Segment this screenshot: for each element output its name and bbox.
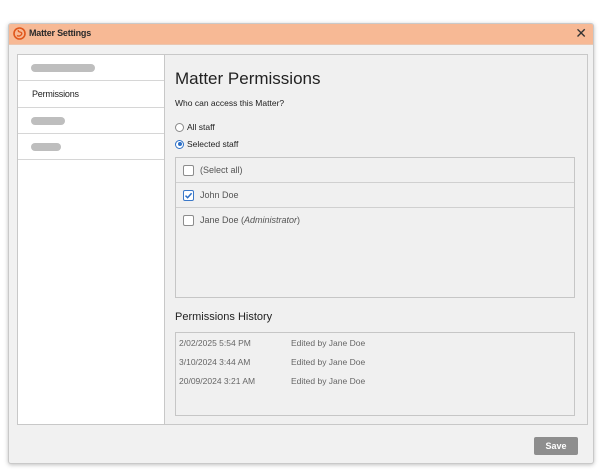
history-action: Edited by Jane Doe — [291, 376, 366, 386]
settings-frame: Permissions Matter Permissions Who can a… — [17, 54, 588, 425]
window-title: Matter Settings — [29, 28, 92, 38]
checkbox[interactable] — [183, 215, 194, 226]
sidebar-item-1[interactable] — [18, 55, 164, 81]
radio-label: All staff — [187, 122, 215, 132]
close-icon[interactable]: ✕ — [575, 25, 587, 42]
checkmark-icon — [184, 192, 193, 199]
sidebar-item-placeholder — [31, 143, 61, 151]
history-action: Edited by Jane Doe — [291, 338, 366, 348]
sidebar-nav: Permissions — [18, 55, 165, 424]
staff-name: Jane Doe — [200, 215, 239, 225]
history-date: 3/10/2024 3:44 AM — [179, 357, 251, 367]
staff-name: (Select all) — [200, 165, 243, 175]
radio-all-staff[interactable]: All staff — [175, 121, 215, 133]
staff-row-jane-doe[interactable]: Jane Doe (Administrator) — [176, 208, 574, 232]
sidebar-item-placeholder — [31, 117, 65, 125]
history-action: Edited by Jane Doe — [291, 357, 366, 367]
sidebar-item-permissions[interactable]: Permissions — [18, 81, 164, 108]
history-date: 20/09/2024 3:21 AM — [179, 376, 256, 386]
sidebar-item-3[interactable] — [18, 108, 164, 134]
staff-role: Administrator — [244, 215, 298, 225]
staff-list: (Select all) John Doe Jane Doe (Administ… — [175, 157, 575, 298]
app-logo-icon — [13, 27, 26, 40]
permissions-history: 2/02/2025 5:54 PM Edited by Jane Doe 3/1… — [175, 332, 575, 416]
staff-row-select-all[interactable]: (Select all) — [176, 158, 574, 183]
matter-settings-dialog: Matter Settings ✕ Permissions Matter Per… — [8, 23, 594, 464]
radio-selected-staff[interactable]: Selected staff — [175, 138, 238, 150]
staff-label-jane: Jane Doe (Administrator) — [200, 215, 301, 225]
history-date: 2/02/2025 5:54 PM — [179, 338, 251, 348]
radio-button-selected[interactable] — [175, 139, 184, 149]
checkbox[interactable] — [183, 165, 194, 176]
page-title: Matter Permissions — [175, 69, 321, 88]
staff-row-john-doe[interactable]: John Doe — [176, 183, 574, 208]
staff-name: John Doe — [200, 190, 239, 200]
save-button[interactable]: Save — [534, 437, 578, 455]
access-question: Who can access this Matter? — [175, 98, 285, 108]
checkbox-checked[interactable] — [183, 190, 194, 201]
radio-button[interactable] — [175, 122, 184, 132]
history-title: Permissions History — [175, 311, 273, 323]
permissions-panel: Matter Permissions Who can access this M… — [165, 55, 587, 424]
title-bar: Matter Settings ✕ — [9, 24, 593, 45]
sidebar-item-label: Permissions — [32, 89, 79, 99]
sidebar-item-placeholder — [31, 64, 95, 72]
sidebar-item-4[interactable] — [18, 134, 164, 160]
radio-label: Selected staff — [187, 139, 239, 149]
